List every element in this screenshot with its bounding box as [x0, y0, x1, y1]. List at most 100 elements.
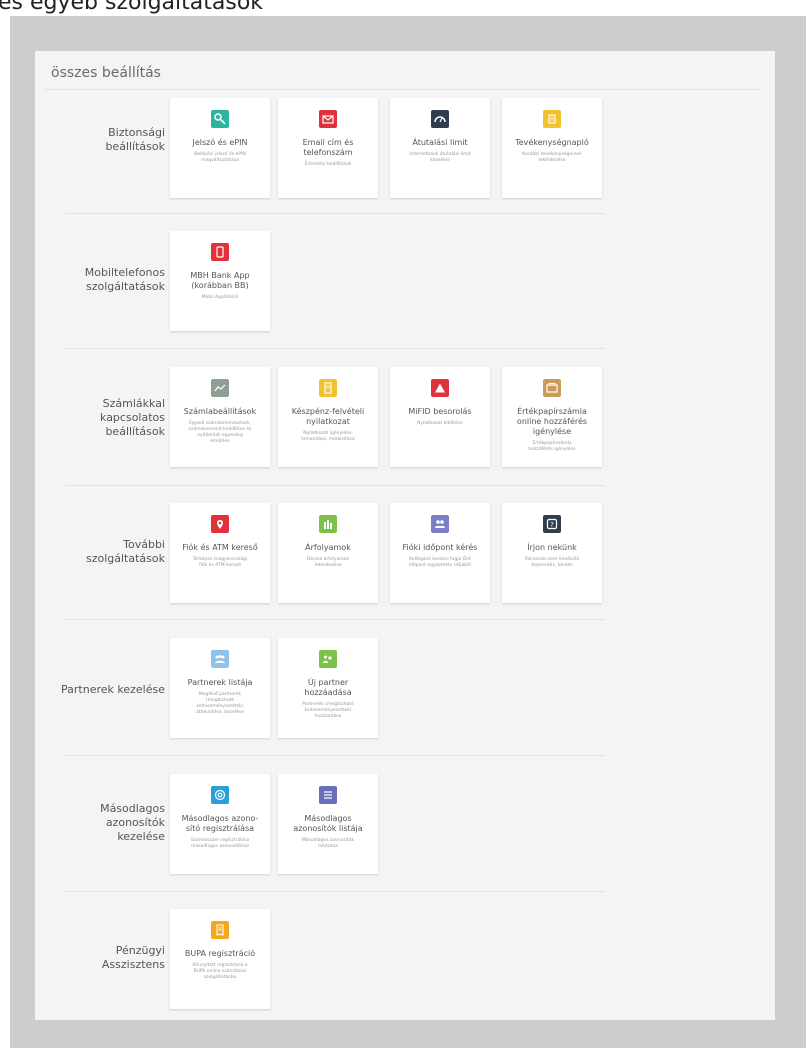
- settings-card[interactable]: Készpénz-felvételi nyilatkozat Nyilatkoza…: [278, 367, 378, 467]
- card-title: BUPA regisztráció: [184, 949, 256, 958]
- settings-card[interactable]: Másodlagos azonosítók listája Másodlagos …: [278, 774, 378, 874]
- settings-card[interactable]: MiFID besorolás Nyilatkozat kitöltése: [390, 367, 490, 467]
- section-label: Pénzügyi Asszisztens: [101, 944, 165, 971]
- settings-card[interactable]: BUPA regisztráció Könnyített regisztráció…: [170, 909, 270, 1009]
- settings-card[interactable]: Új partner hozzáadása Partnerek (megbízha…: [278, 638, 378, 738]
- card-content: Fiók és ATM kereső Térképes magyarországi…: [174, 543, 266, 569]
- card-title: Új partner hozzáadása: [304, 678, 352, 697]
- card-title: Árfolyamok: [305, 543, 351, 552]
- card-description: Egyedi számlaelnevezések, számlasorrend …: [188, 421, 252, 444]
- card-title: Számlabeállítások: [183, 407, 257, 416]
- question-icon: ?: [543, 515, 561, 533]
- settings-section: Másodlagos azonosítók kezelése Másodlagos…: [35, 774, 775, 884]
- card-description: Deviza árfolyamok lekérdezése: [306, 557, 350, 568]
- card-title: Másodlagos azonosítók listája: [293, 814, 363, 833]
- card-description: Értesítési beállítások: [304, 162, 352, 167]
- settings-card[interactable]: Email cím és telefonszám Értesítési beáll…: [278, 98, 378, 198]
- settings-card[interactable]: Átutalási limit Internetbank átutalási li…: [390, 98, 490, 198]
- card-content: Új partner hozzáadása Partnerek (megbízha…: [282, 678, 374, 720]
- section-label: Biztonsági beállítások: [105, 126, 165, 153]
- card-content: Partnerek listája Meglévő partnerek (megb…: [174, 678, 266, 716]
- card-description: Internetbank átutalási limit kezelése: [409, 152, 471, 163]
- card-description: Nyilatkozat kitöltése: [417, 421, 463, 426]
- section-divider: [65, 348, 605, 349]
- card-description: Belépési jelszó és ePIN megváltoztatása: [194, 152, 246, 163]
- panel-title: összes beállítás: [51, 65, 161, 81]
- receipt-icon: [211, 921, 229, 939]
- gauge-icon: [431, 110, 449, 128]
- bar-chart-icon: [319, 515, 337, 533]
- card-content: BUPA regisztráció Könnyített regisztráció…: [174, 949, 266, 981]
- settings-card[interactable]: ? Írjon nekünk Panaszok nem minősülő bejel…: [502, 503, 602, 603]
- card-content: Fióki időpont kérés Kollégánk keresni fog…: [394, 543, 486, 569]
- settings-card[interactable]: Másodlagos azono- sító regisztrálása Szám…: [170, 774, 270, 874]
- card-title: MBH Bank App (korábban BB): [190, 271, 250, 290]
- section-divider: [65, 213, 605, 214]
- card-content: Email cím és telefonszám Értesítési beáll…: [282, 138, 374, 168]
- card-title: Másodlagos azono- sító regisztrálása: [181, 814, 259, 833]
- card-title: Készpénz-felvételi nyilatkozat: [291, 407, 365, 426]
- section-label: Partnerek kezelése: [61, 683, 165, 696]
- settings-card[interactable]: Tevékenységnapló Korábbi tevékenységeinek…: [502, 98, 602, 198]
- section-label: További szolgáltatások: [85, 538, 165, 565]
- card-content: Készpénz-felvételi nyilatkozat Nyilatkoza…: [282, 407, 374, 443]
- wallet-icon: [543, 379, 561, 397]
- title-divider: [45, 89, 760, 90]
- card-title: Fiók és ATM kereső: [182, 543, 258, 552]
- card-description: Nyilatkozat igénylése, lemondása, módosí…: [301, 431, 355, 442]
- card-content: Másodlagos azono- sító regisztrálása Szám…: [174, 814, 266, 850]
- card-title: MiFID besorolás: [408, 407, 472, 416]
- section-divider: [65, 891, 605, 892]
- card-title: Értékpapírszámla online hozzáférés igény…: [516, 407, 588, 436]
- card-description: Számlaszám regisztrálása másodlagos azon…: [190, 838, 250, 849]
- card-content: Árfolyamok Deviza árfolyamok lekérdezése: [282, 543, 374, 569]
- card-title: Átutalási limit: [412, 138, 468, 147]
- settings-card[interactable]: MBH Bank App (korábban BB) Mobil Applikác…: [170, 231, 270, 331]
- settings-card[interactable]: Partnerek listája Meglévő partnerek (megb…: [170, 638, 270, 738]
- card-description: Mobil Applikáció: [201, 295, 239, 300]
- people-icon: [431, 515, 449, 533]
- card-description: Másodlagos azonosítók listázása: [301, 838, 355, 849]
- settings-card[interactable]: Árfolyamok Deviza árfolyamok lekérdezése: [278, 503, 378, 603]
- log-icon: [543, 110, 561, 128]
- settings-card[interactable]: Fiók és ATM kereső Térképes magyarországi…: [170, 503, 270, 603]
- card-title: Tevékenységnapló: [515, 138, 589, 147]
- list-icon: [319, 786, 337, 804]
- card-content: Számlabeállítások Egyedi számlaelnevezése…: [174, 407, 266, 445]
- section-divider: [65, 755, 605, 756]
- at-icon: [211, 786, 229, 804]
- settings-card[interactable]: Számlabeállítások Egyedi számlaelnevezése…: [170, 367, 270, 467]
- settings-section: Pénzügyi Asszisztens BUPA regisztráció Kön…: [35, 909, 775, 1019]
- card-description: Könnyített regisztráció a BUPA online sz…: [192, 963, 248, 980]
- settings-card[interactable]: Értékpapírszámla online hozzáférés igény…: [502, 367, 602, 467]
- map-pin-icon: [211, 515, 229, 533]
- settings-section: Számlákkal kapcsolatos beállítások Számla…: [35, 367, 775, 477]
- card-content: Értékpapírszámla online hozzáférés igény…: [506, 407, 598, 453]
- card-title: Email cím és telefonszám: [302, 138, 354, 157]
- card-description: Korábbi tevékenységeinek lekérdezése: [522, 152, 582, 163]
- settings-section: Mobiltelefonos szolgáltatások MBH Bank Ap…: [35, 231, 775, 341]
- card-description: Térképes magyarországi fiók és ATM keres…: [192, 557, 248, 568]
- settings-section: Biztonsági beállítások Jelszó és ePIN Belé…: [35, 98, 775, 208]
- section-label: Mobiltelefonos szolgáltatások: [84, 266, 165, 293]
- document-icon: [319, 379, 337, 397]
- section-label: Számlákkal kapcsolatos beállítások: [100, 397, 165, 438]
- partners-icon: [211, 650, 229, 668]
- card-description: Értékpapírszámla hozzáférés igénylése: [528, 441, 576, 452]
- card-content: MBH Bank App (korábban BB) Mobil Applikác…: [174, 271, 266, 301]
- settings-section: Partnerek kezelése Partnerek listája Meglé…: [35, 638, 775, 748]
- card-content: Jelszó és ePIN Belépési jelszó és ePIN me…: [174, 138, 266, 164]
- section-label: Másodlagos azonosítók kezelése: [100, 802, 165, 843]
- settings-card[interactable]: Jelszó és ePIN Belépési jelszó és ePIN me…: [170, 98, 270, 198]
- add-partner-icon: [319, 650, 337, 668]
- card-content: Másodlagos azonosítók listája Másodlagos …: [282, 814, 374, 850]
- card-title: Írjon nekünk: [527, 543, 577, 552]
- envelope-icon: [319, 110, 337, 128]
- card-content: MiFID besorolás Nyilatkozat kitöltése: [394, 407, 486, 427]
- settings-section: További szolgáltatások Fiók és ATM kereső…: [35, 503, 775, 613]
- settings-card[interactable]: Fióki időpont kérés Kollégánk keresni fog…: [390, 503, 490, 603]
- card-description: Panaszok nem minősülő bejelentés, kérdés: [524, 557, 580, 568]
- section-divider: [65, 485, 605, 486]
- section-divider: [65, 619, 605, 620]
- card-title: Jelszó és ePIN: [192, 138, 248, 147]
